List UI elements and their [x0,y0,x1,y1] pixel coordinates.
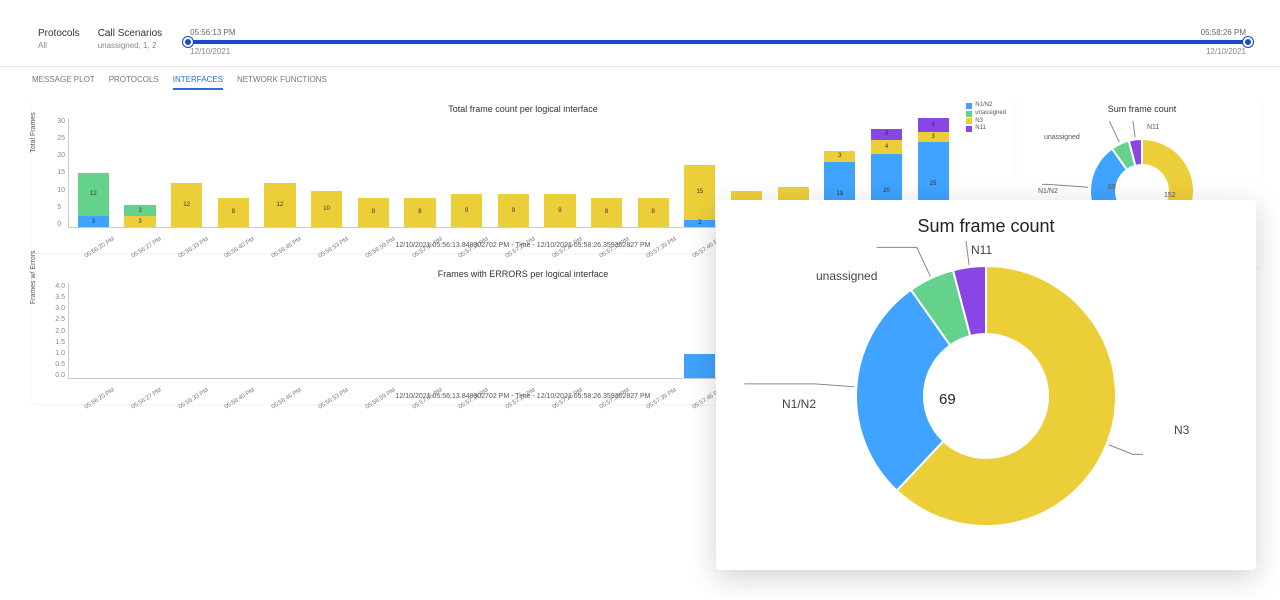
filter-header: Protocols All Call Scenarios unassigned,… [0,0,1280,62]
panel-title: Sum frame count [1032,104,1252,114]
bar-column[interactable]: 8 [211,118,256,227]
bar-column[interactable]: 33 [118,118,163,227]
y-axis-label: Total Frames [30,112,37,152]
panel-sum-frame-count-enlarged: Sum frame count N11 unassigned N1/N2 N3 … [716,200,1256,570]
bar-column[interactable]: 12 [258,118,303,227]
protocols-label: Protocols [38,28,80,39]
bar-column[interactable]: 10 [304,118,349,227]
protocols-value: All [38,41,80,50]
donut-chart-large[interactable]: N11 unassigned N1/N2 N3 69 152 [736,241,1236,551]
view-tabs: MESSAGE PLOT PROTOCOLS INTERFACES NETWOR… [0,67,1280,90]
bar-column[interactable]: 9 [538,118,583,227]
bar-column[interactable] [538,283,583,378]
bar-column[interactable] [71,283,116,378]
bar-column[interactable] [351,283,396,378]
bar-column[interactable] [164,283,209,378]
tab-interfaces[interactable]: INTERFACES [173,75,223,90]
slider-end-time: 05:58:26 PM [1201,28,1246,37]
y-ticks: 302520151050 [57,118,68,228]
slider-handle-start[interactable] [183,37,193,47]
scenarios-label: Call Scenarios [98,28,162,39]
bar-column[interactable] [118,283,163,378]
bar-column[interactable]: 8 [584,118,629,227]
bar-column[interactable]: 9 [491,118,536,227]
tab-message-plot[interactable]: MESSAGE PLOT [32,75,95,90]
bar-column[interactable]: 9 [444,118,489,227]
y-ticks: 4.03.53.02.52.01.51.00.50.0 [55,283,68,379]
scenarios-filter[interactable]: Call Scenarios unassigned, 1, 2 [98,28,162,50]
bar-column[interactable] [491,283,536,378]
protocols-filter[interactable]: Protocols All [38,28,80,50]
slider-track[interactable] [188,40,1248,44]
bar-column[interactable]: 8 [631,118,676,227]
y-axis-label: Frames w/ Errors [30,250,37,304]
slider-start-time: 05:56:13 PM [190,28,235,37]
slider-end-date: 12/10/2021 [1206,47,1246,56]
bar-column[interactable] [584,283,629,378]
bar-column[interactable]: 12 [164,118,209,227]
bar-column[interactable] [631,283,676,378]
bar-column[interactable] [211,283,256,378]
bar-column[interactable] [398,283,443,378]
scenarios-value: unassigned, 1, 2 [98,41,162,50]
bar-column[interactable] [304,283,349,378]
slider-handle-end[interactable] [1243,37,1253,47]
panel-title: Total frame count per logical interface [42,104,1004,114]
bar-column[interactable] [258,283,303,378]
bar-column[interactable] [444,283,489,378]
tab-protocols[interactable]: PROTOCOLS [109,75,159,90]
time-range-slider[interactable]: 05:56:13 PM 05:58:26 PM 12/10/2021 12/10… [188,28,1248,56]
overlay-title: Sum frame count [917,216,1054,237]
tab-network-functions[interactable]: NETWORK FUNCTIONS [237,75,327,90]
bar-column[interactable]: 312 [71,118,116,227]
bar-column[interactable]: 8 [398,118,443,227]
slider-start-date: 12/10/2021 [190,47,230,56]
bar-column[interactable]: 8 [351,118,396,227]
